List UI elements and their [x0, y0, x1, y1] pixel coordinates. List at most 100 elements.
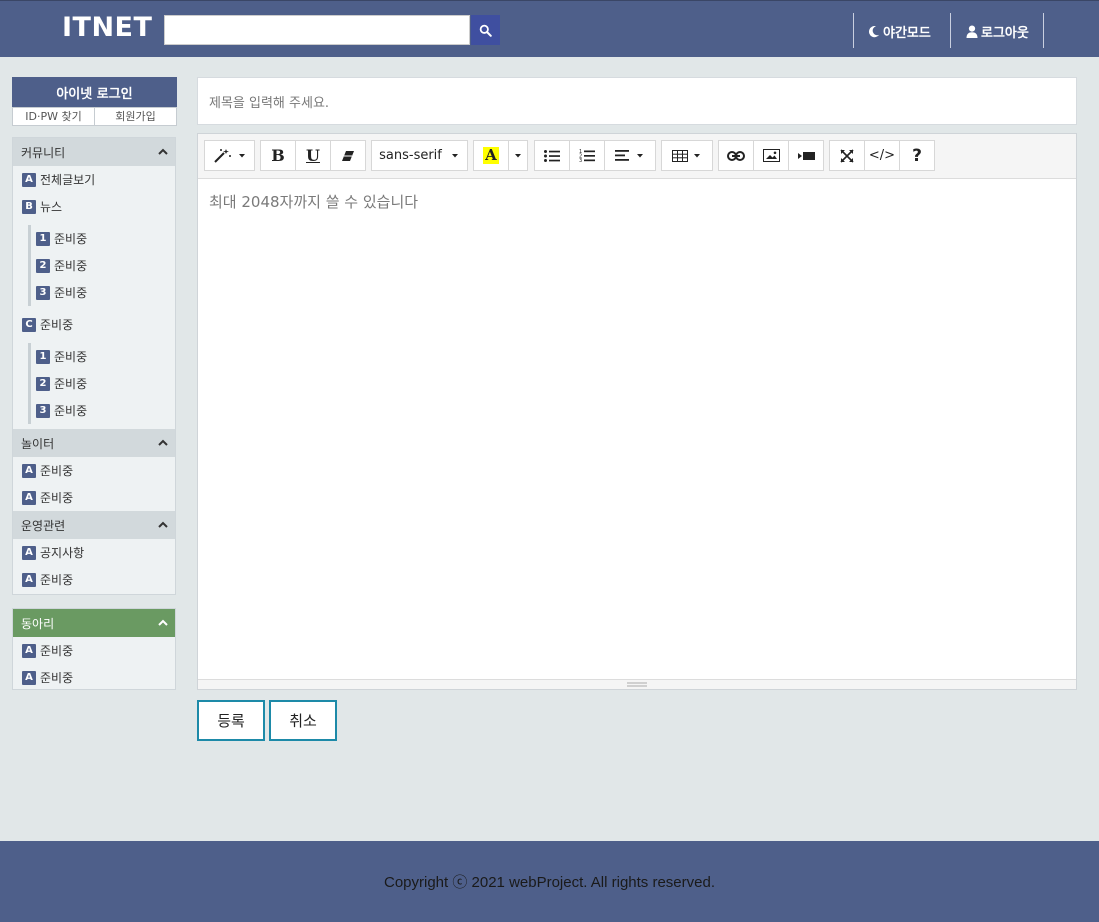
submenu-item[interactable]: 3 준비중 — [31, 279, 175, 306]
badge: 3 — [36, 403, 50, 418]
ordered-list-button[interactable]: 123 — [569, 140, 605, 171]
section-title: 놀이터 — [21, 436, 55, 451]
unordered-list-button[interactable] — [534, 140, 570, 171]
color-dropdown[interactable] — [508, 140, 528, 171]
logout-button[interactable]: 로그아웃 — [966, 22, 1029, 41]
code-view-button[interactable]: </> — [864, 140, 900, 171]
eraser-icon — [342, 150, 354, 161]
submenu-item[interactable]: 3 준비중 — [31, 397, 175, 424]
menu-item[interactable]: A 준비중 — [13, 664, 175, 691]
bullet-list-icon — [544, 149, 560, 162]
align-left-icon — [615, 150, 629, 161]
menu-item-label: 준비중 — [40, 464, 74, 478]
login-links: ID·PW 찾기 회원가입 — [12, 107, 177, 126]
table-dropdown[interactable] — [661, 140, 713, 171]
underline-button[interactable]: U — [295, 140, 331, 171]
footer: Copyright ⓒ 2021 webProject. All rights … — [0, 841, 1099, 922]
badge: 2 — [36, 376, 50, 391]
menu-item-news[interactable]: B 뉴스 — [13, 193, 175, 220]
club-menu: 동아리 A 준비중 A 준비중 — [12, 608, 176, 690]
header-divider — [853, 13, 854, 48]
menu-item-notice[interactable]: A 공지사항 — [13, 539, 175, 566]
expand-icon — [840, 148, 854, 163]
menu-item-label: 뉴스 — [40, 200, 63, 214]
badge: A — [22, 572, 36, 587]
find-id-pw-link[interactable]: ID·PW 찾기 — [13, 108, 95, 125]
search-input[interactable] — [164, 15, 470, 45]
section-header-community[interactable]: 커뮤니티 — [13, 138, 175, 166]
style-dropdown[interactable] — [204, 140, 255, 171]
text-color-button[interactable]: A — [473, 140, 509, 171]
chevron-up-icon — [158, 521, 168, 528]
caret-down-icon — [238, 153, 245, 157]
rich-text-editor: B U sans-serif A 123 </> ? 최대 2048자까지 쓸 … — [197, 133, 1077, 690]
logout-label: 로그아웃 — [981, 25, 1029, 41]
signup-link[interactable]: 회원가입 — [95, 108, 176, 125]
caret-down-icon — [451, 153, 458, 157]
section-title: 동아리 — [21, 616, 55, 631]
search-button[interactable] — [471, 15, 500, 45]
insert-link-button[interactable] — [718, 140, 754, 171]
badge: 3 — [36, 285, 50, 300]
menu-item-label: 준비중 — [54, 286, 88, 300]
section-header-club[interactable]: 동아리 — [13, 609, 175, 637]
badge: A — [22, 490, 36, 505]
editor-content[interactable]: 최대 2048자까지 쓸 수 있습니다 — [198, 179, 1076, 224]
submenu-item[interactable]: 2 준비중 — [31, 370, 175, 397]
bold-button[interactable]: B — [260, 140, 296, 171]
caret-down-icon — [694, 153, 700, 157]
menu-item[interactable]: A 준비중 — [13, 484, 175, 511]
font-family-dropdown[interactable]: sans-serif — [371, 140, 468, 171]
menu-item-label: 공지사항 — [40, 546, 85, 560]
insert-video-button[interactable] — [788, 140, 824, 171]
search-icon — [479, 24, 492, 37]
badge: A — [22, 643, 36, 658]
menu-item-label: 전체글보기 — [40, 173, 96, 187]
badge: A — [22, 172, 36, 187]
help-button[interactable]: ? — [899, 140, 935, 171]
menu-item-label: 준비중 — [40, 318, 74, 332]
magic-wand-icon — [213, 148, 231, 163]
menu-item[interactable]: A 준비중 — [13, 457, 175, 484]
submit-button[interactable]: 등록 — [197, 700, 265, 741]
board-menu: 커뮤니티 A 전체글보기 B 뉴스 1 준비중 2 준비중 3 준비중 C 준비중 1… — [12, 137, 176, 595]
login-button[interactable]: 아이넷 로그인 — [12, 77, 177, 107]
menu-item-label: 준비중 — [54, 350, 88, 364]
menu-item-label: 준비중 — [40, 573, 74, 587]
submenu-item[interactable]: 2 준비중 — [31, 252, 175, 279]
badge: A — [22, 545, 36, 560]
clear-format-button[interactable] — [330, 140, 366, 171]
paragraph-align-dropdown[interactable] — [604, 140, 656, 171]
caret-down-icon — [515, 153, 521, 157]
menu-item-all-posts[interactable]: A 전체글보기 — [13, 166, 175, 193]
night-mode-button[interactable]: 야간모드 — [868, 22, 931, 41]
table-icon — [672, 149, 688, 162]
video-icon — [797, 151, 815, 160]
submenu-item[interactable]: 1 준비중 — [31, 225, 175, 252]
cancel-button[interactable]: 취소 — [269, 700, 337, 741]
fullscreen-button[interactable] — [829, 140, 865, 171]
moon-icon — [868, 25, 880, 37]
chevron-up-icon — [158, 439, 168, 446]
menu-item[interactable]: A 준비중 — [13, 637, 175, 664]
section-header-operations[interactable]: 운영관련 — [13, 511, 175, 539]
title-input[interactable]: 제목을 입력해 주세요. — [197, 77, 1077, 125]
site-logo[interactable]: ITNET — [62, 12, 152, 43]
insert-picture-button[interactable] — [753, 140, 789, 171]
badge: B — [22, 199, 36, 214]
text-color-icon: A — [483, 146, 499, 164]
code-icon: </> — [868, 148, 896, 163]
submenu-news: 1 준비중 2 준비중 3 준비중 — [28, 225, 175, 306]
badge: A — [22, 670, 36, 685]
svg-text:3: 3 — [579, 158, 582, 162]
submenu-item[interactable]: 1 준비중 — [31, 343, 175, 370]
top-header: ITNET 야간모드 로그아웃 — [0, 0, 1099, 57]
header-divider — [950, 13, 951, 48]
badge: 1 — [36, 231, 50, 246]
editor-placeholder: 최대 2048자까지 쓸 수 있습니다 — [209, 193, 419, 211]
menu-item-c[interactable]: C 준비중 — [13, 311, 175, 338]
section-header-playground[interactable]: 놀이터 — [13, 429, 175, 457]
editor-resize-handle[interactable] — [198, 679, 1076, 689]
menu-item[interactable]: A 준비중 — [13, 566, 175, 593]
menu-item-label: 준비중 — [40, 671, 74, 685]
